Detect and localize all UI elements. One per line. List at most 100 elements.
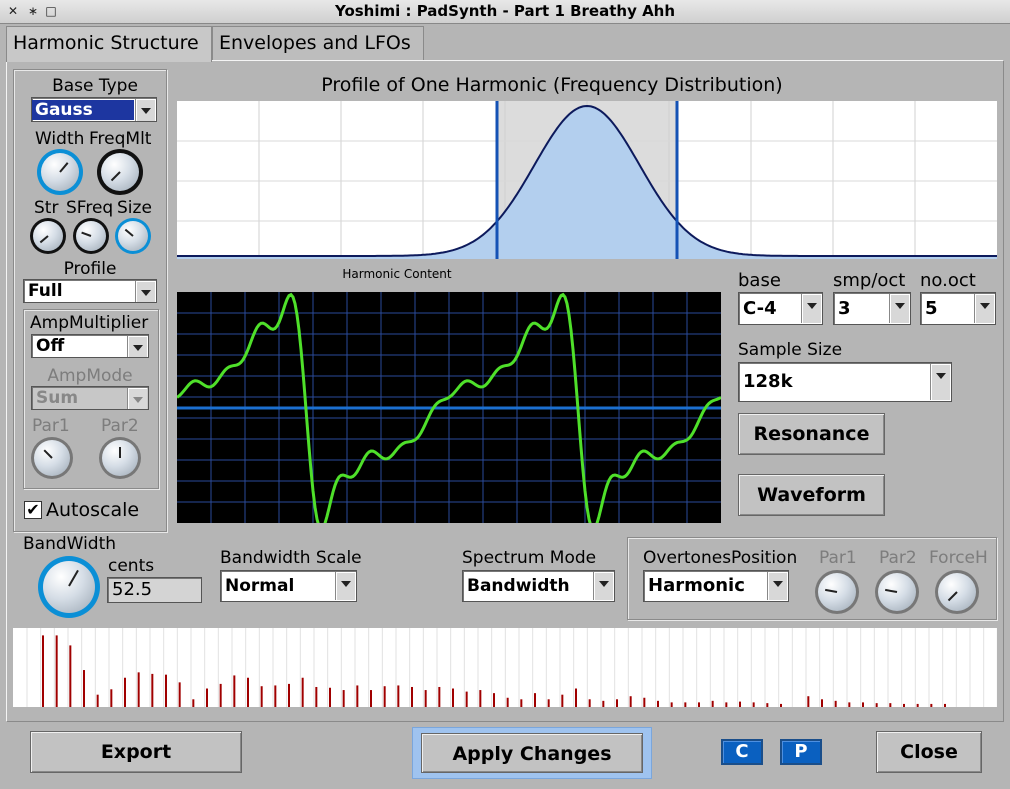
freqmlt-knob[interactable] xyxy=(97,149,143,195)
spectrum-bar xyxy=(83,670,85,707)
spectrum-bar xyxy=(657,700,659,707)
spectrum-bar xyxy=(370,690,372,707)
spectrum-bar xyxy=(438,686,441,707)
profile-graph[interactable] xyxy=(177,101,997,259)
ampmode-dropdown[interactable]: Sum xyxy=(31,386,149,410)
amp-par1-label: Par1 xyxy=(32,416,70,436)
size-label: Size xyxy=(117,198,152,218)
cents-value-field[interactable]: 52.5 xyxy=(107,577,202,603)
spectrum-bar xyxy=(315,686,318,707)
chevron-down-icon xyxy=(593,572,613,600)
spectrum-bar xyxy=(219,683,222,707)
profile-label: Profile xyxy=(63,259,117,279)
tab-harmonic-structure[interactable]: Harmonic Structure xyxy=(6,26,212,62)
harmonic-spectrum xyxy=(13,628,997,707)
spectrum-bar xyxy=(411,686,413,707)
overtones-par1-label: Par1 xyxy=(819,548,857,568)
spectrum-bar xyxy=(725,702,728,707)
overtones-par2-knob[interactable] xyxy=(875,570,919,614)
spectrum-bar xyxy=(260,686,263,707)
spectrum-bar xyxy=(110,689,113,707)
spectrum-bar xyxy=(383,686,386,707)
sample-size-dropdown[interactable]: 128k xyxy=(738,362,952,402)
bandwidth-knob[interactable] xyxy=(38,556,100,618)
amp-par1-knob[interactable] xyxy=(31,437,73,479)
spectrum-bar xyxy=(534,693,536,707)
c-button[interactable]: C xyxy=(721,739,763,765)
spectrum-bar xyxy=(807,696,810,707)
amp-par2-knob[interactable] xyxy=(99,437,141,479)
spectrum-bar xyxy=(274,685,277,707)
profile-dropdown[interactable]: Full xyxy=(23,279,157,303)
spectrum-bar xyxy=(137,672,140,707)
spectrum-bar xyxy=(930,703,933,707)
spectrum-bar xyxy=(42,635,44,707)
spectrum-bar xyxy=(356,685,359,707)
spectrum-bar xyxy=(834,700,837,707)
spectrum-bar xyxy=(903,703,905,707)
bandwidth-scale-dropdown[interactable]: Normal xyxy=(220,570,357,602)
forceh-knob[interactable] xyxy=(935,570,979,614)
base-type-label: Base Type xyxy=(52,76,138,96)
spectrum-bar xyxy=(520,699,523,707)
spectrum-bar xyxy=(575,688,577,707)
harmonic-content-title: Harmonic Content xyxy=(342,267,452,281)
smp-oct-dropdown[interactable]: 3 xyxy=(833,292,911,325)
tab-envelopes-lfos[interactable]: Envelopes and LFOs xyxy=(212,26,424,60)
spectrum-bar xyxy=(192,699,195,707)
spectrum-mode-label: Spectrum Mode xyxy=(462,548,597,568)
base-dropdown[interactable]: C-4 xyxy=(738,292,823,325)
spectrum-bar xyxy=(342,690,345,707)
spectrum-bar xyxy=(862,702,864,707)
spectrum-bar xyxy=(329,687,331,707)
spectrum-bar xyxy=(233,675,236,707)
export-button[interactable]: Export xyxy=(30,731,242,773)
spectrum-bar xyxy=(465,691,468,707)
size-knob[interactable] xyxy=(115,218,151,254)
overtones-par1-knob[interactable] xyxy=(815,570,859,614)
spectrum-bar xyxy=(889,703,892,707)
spectrum-bar xyxy=(643,697,646,707)
spectrum-bar xyxy=(493,693,495,707)
waveform-button[interactable]: Waveform xyxy=(738,474,885,516)
str-knob[interactable] xyxy=(30,218,66,254)
resonance-button[interactable]: Resonance xyxy=(738,413,885,455)
profile-graph-title: Profile of One Harmonic (Frequency Distr… xyxy=(321,74,783,96)
p-button[interactable]: P xyxy=(780,739,822,765)
spectrum-bar xyxy=(247,677,249,707)
spectrum-bar xyxy=(288,683,290,707)
no-oct-dropdown[interactable]: 5 xyxy=(920,292,996,325)
spectrum-bar xyxy=(684,702,687,707)
chevron-down-icon xyxy=(127,388,147,409)
sample-size-label: Sample Size xyxy=(738,340,843,360)
autoscale-checkbox[interactable]: ✔ xyxy=(24,501,42,519)
chevron-down-icon xyxy=(930,364,950,400)
chevron-down-icon xyxy=(135,281,155,302)
ampmultiplier-dropdown[interactable]: Off xyxy=(31,334,149,358)
spectrum-bar xyxy=(561,694,564,707)
spectrum-bar xyxy=(698,702,700,707)
width-knob[interactable] xyxy=(37,149,83,195)
spectrum-bar xyxy=(916,703,919,707)
spectrum-bar xyxy=(629,696,632,707)
spectrum-bar xyxy=(96,694,99,707)
spectrum-bar xyxy=(602,700,605,707)
spectrum-bar xyxy=(739,701,741,707)
overtones-par2-label: Par2 xyxy=(879,548,917,568)
ampmode-label: AmpMode xyxy=(47,366,133,386)
sfreq-knob[interactable] xyxy=(73,218,109,254)
spectrum-bar xyxy=(670,702,673,707)
apply-changes-button[interactable]: Apply Changes xyxy=(421,733,643,773)
window-title: Yoshimi : PadSynth - Part 1 Breathy Ahh xyxy=(334,2,676,20)
autoscale-label: Autoscale xyxy=(46,499,140,521)
spectrum-bar xyxy=(588,699,591,707)
chevron-down-icon xyxy=(127,336,147,357)
overtones-position-dropdown[interactable]: Harmonic xyxy=(643,570,789,602)
close-button[interactable]: Close xyxy=(876,731,982,773)
spectrum-bar xyxy=(55,635,58,707)
spectrum-bar xyxy=(780,703,782,707)
base-type-dropdown[interactable]: Gauss xyxy=(31,97,157,122)
spectrum-bar xyxy=(301,677,304,707)
spectrum-bar xyxy=(766,703,769,707)
spectrum-mode-dropdown[interactable]: Bandwidth xyxy=(462,570,615,602)
